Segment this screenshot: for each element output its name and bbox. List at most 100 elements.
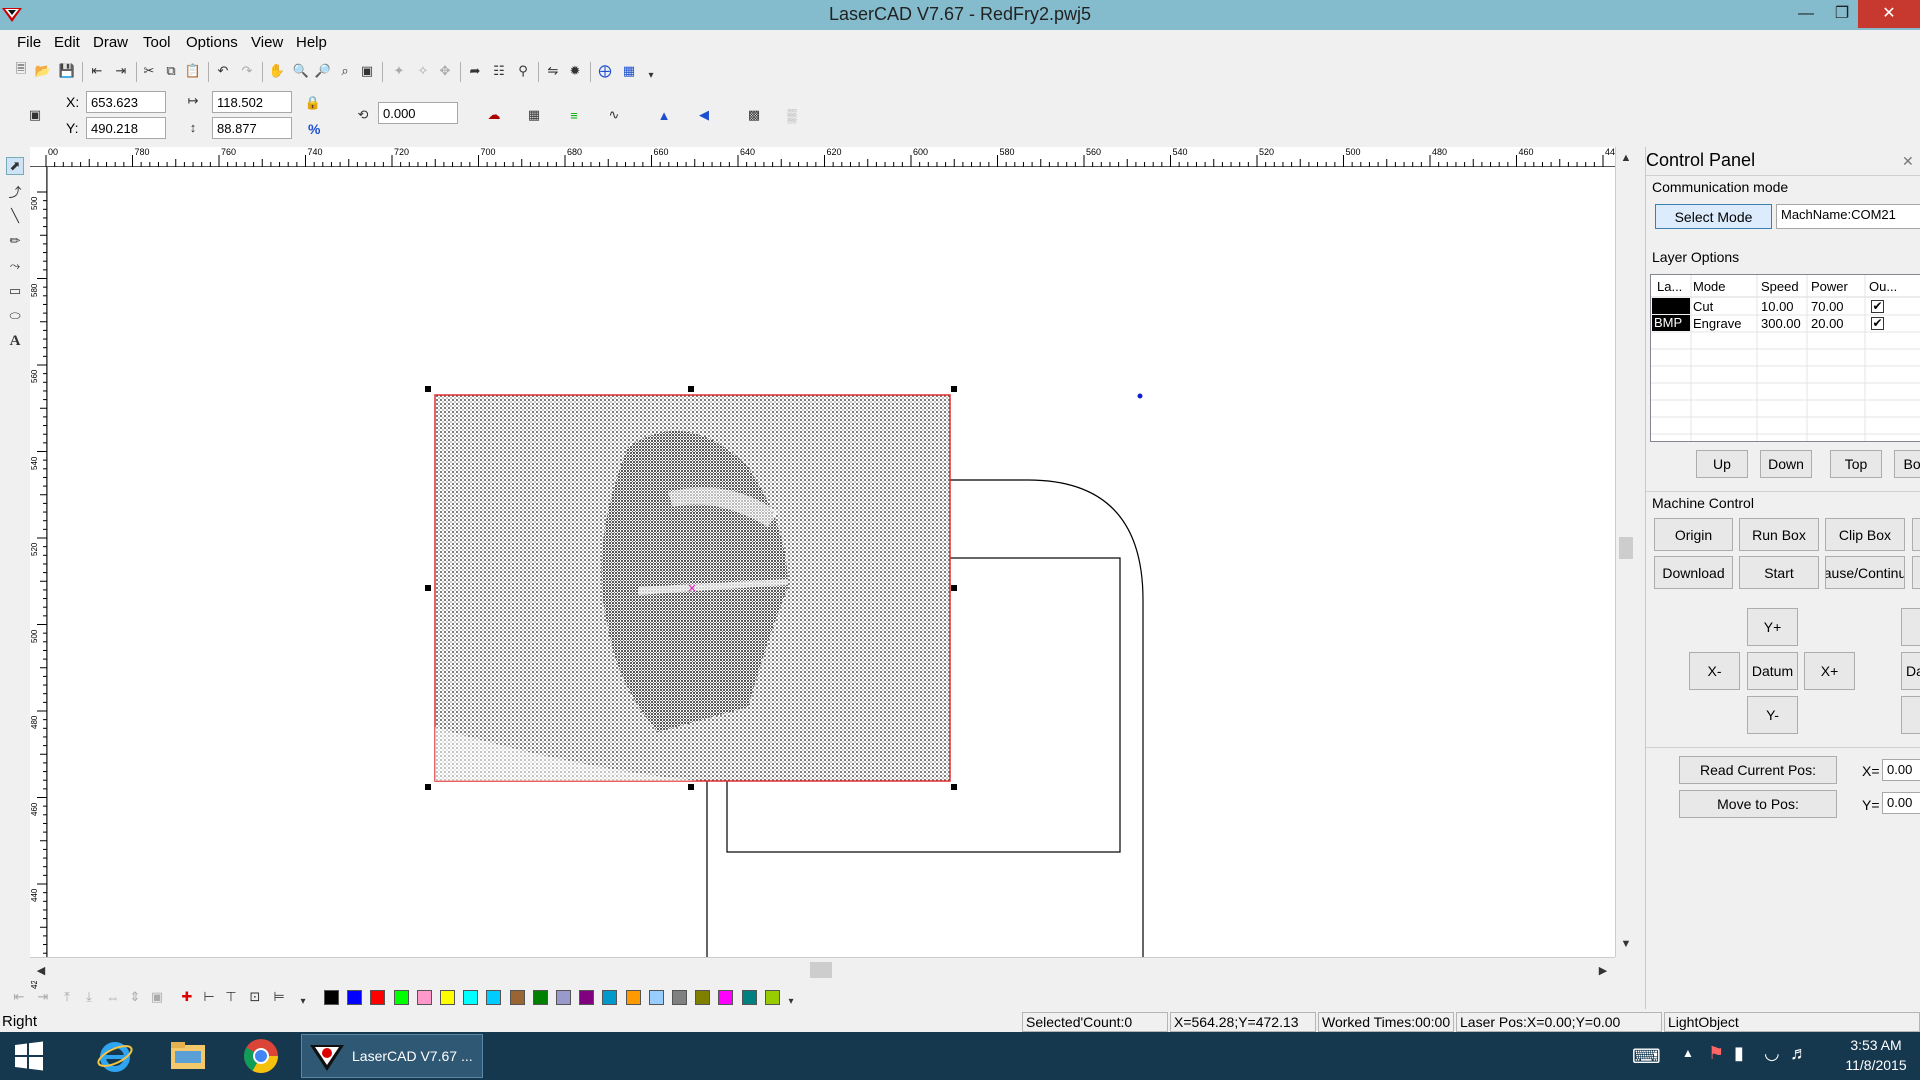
layer-column-header[interactable]: La... <box>1657 279 1682 294</box>
preview-icon[interactable]: ▦ <box>620 62 638 80</box>
clip-box-button[interactable]: Clip Box <box>1825 518 1905 551</box>
jog-partial-datum-button[interactable]: Da <box>1901 652 1920 690</box>
layer-down-button[interactable]: Down <box>1760 450 1812 478</box>
redo-icon[interactable]: ↷ <box>238 62 256 80</box>
color-swatch[interactable] <box>718 990 734 1005</box>
polyline-tool-icon[interactable]: ⤳ <box>6 257 24 275</box>
lock-icon[interactable]: 🔒 <box>304 94 322 112</box>
pos-y-field[interactable]: 0.00 <box>1882 792 1920 814</box>
datum-button[interactable]: Datum <box>1747 652 1798 690</box>
read-current-pos-button[interactable]: Read Current Pos: <box>1679 756 1837 784</box>
y-position-field[interactable]: 490.218 <box>86 117 166 139</box>
new-file-icon[interactable]: 🗏 <box>12 61 30 80</box>
zoom-all-icon[interactable]: ▣ <box>358 62 376 80</box>
close-button[interactable]: ✕ <box>1858 0 1920 28</box>
curve-smooth-icon[interactable]: ➦ <box>466 62 484 80</box>
color-swatch[interactable] <box>324 990 339 1005</box>
save-icon[interactable]: 💾 <box>58 62 76 80</box>
open-folder-icon[interactable]: 📂 <box>34 62 52 80</box>
extra-control-button-1[interactable] <box>1912 518 1920 551</box>
layer-mode-cell[interactable]: Engrave <box>1693 316 1741 331</box>
scroll-up-icon[interactable]: ▲ <box>1617 149 1635 167</box>
layer-column-header[interactable]: Power <box>1811 279 1848 294</box>
layer-column-header[interactable]: Mode <box>1693 279 1726 294</box>
select-arrow-icon[interactable]: ⬈ <box>6 157 24 175</box>
layer-power-cell[interactable]: 70.00 <box>1811 299 1844 314</box>
dither-icon[interactable]: ▒ <box>783 106 801 124</box>
pause-continue-button[interactable]: ause/Continu <box>1825 556 1905 589</box>
palette-overflow-icon[interactable]: ▾ <box>782 992 800 1010</box>
layer-output-checkbox[interactable]: ✔ <box>1871 317 1884 330</box>
layer-column-header[interactable]: Speed <box>1761 279 1799 294</box>
grid-array-icon[interactable]: ▦ <box>525 106 543 124</box>
align-bottom-icon[interactable]: ⤓ <box>80 988 98 1006</box>
move-to-origin-icon[interactable]: ✚ <box>178 988 196 1006</box>
taskbar-lasercad-item[interactable]: LaserCAD V7.67 ... <box>301 1034 483 1078</box>
node-join-icon[interactable]: ✧ <box>414 62 432 80</box>
toolbar-overflow-icon[interactable]: ▾ <box>642 66 660 84</box>
zoom-out-icon[interactable]: 🔎 <box>314 62 332 80</box>
pen-tool-icon[interactable]: ✏ <box>6 232 24 250</box>
layer-color-cell[interactable]: BMP <box>1652 315 1690 331</box>
color-swatch[interactable] <box>672 990 687 1005</box>
color-swatch[interactable] <box>764 990 780 1005</box>
height-field[interactable]: 88.877 <box>212 117 292 139</box>
jog-y-minus-button[interactable]: Y- <box>1747 696 1798 734</box>
tray-expand-icon[interactable]: ▲ <box>1682 1046 1694 1060</box>
jog-partial-button-top[interactable] <box>1901 608 1920 646</box>
color-swatch[interactable] <box>579 990 595 1005</box>
control-panel-close-icon[interactable]: ✕ <box>1902 153 1914 170</box>
action-center-icon[interactable]: ⚑ <box>1708 1043 1724 1064</box>
pan-hand-icon[interactable]: ✋ <box>268 62 286 80</box>
start-button[interactable]: Start <box>1739 556 1819 589</box>
color-swatch[interactable] <box>509 990 525 1005</box>
menu-view[interactable]: View <box>251 34 283 51</box>
layer-top-button[interactable]: Top <box>1830 450 1882 478</box>
paste-icon[interactable]: 📋 <box>184 62 202 80</box>
color-swatch[interactable] <box>532 990 548 1005</box>
layer-bottom-button[interactable]: Bot <box>1894 450 1920 478</box>
machine-name-field[interactable]: MachName:COM21 <box>1776 204 1920 229</box>
jog-partial-button-bottom[interactable] <box>1901 696 1920 734</box>
color-swatch[interactable] <box>648 990 664 1005</box>
layer-output-checkbox[interactable]: ✔ <box>1871 300 1884 313</box>
color-swatch[interactable] <box>393 990 409 1005</box>
layer-table[interactable]: La... Mode Speed Power Ou... Cut 10.00 70.00 ✔ BM… <box>1650 274 1920 442</box>
pos-x-field[interactable]: 0.00 <box>1882 759 1920 781</box>
color-swatch[interactable] <box>347 990 363 1005</box>
scroll-left-icon[interactable]: ◀ <box>32 961 50 979</box>
keyboard-icon[interactable]: ⌨ <box>1632 1044 1661 1069</box>
scroll-down-icon[interactable]: ▼ <box>1617 935 1635 953</box>
color-swatch[interactable] <box>463 990 479 1005</box>
undo-icon[interactable]: ↶ <box>214 62 232 80</box>
node-break-icon[interactable]: ✥ <box>436 62 454 80</box>
vertical-scroll-thumb[interactable] <box>1619 537 1633 559</box>
origin-button[interactable]: Origin <box>1654 518 1733 551</box>
export-icon[interactable]: ⇥ <box>112 62 130 80</box>
same-width-icon[interactable]: ⊢ <box>200 988 218 1006</box>
clock-date[interactable]: 11/8/2015 <box>1836 1057 1916 1073</box>
wave-shape-icon[interactable]: ∿ <box>605 106 623 124</box>
battery-icon[interactable]: ▮ <box>1734 1043 1744 1064</box>
color-swatch[interactable] <box>370 990 386 1005</box>
menu-draw[interactable]: Draw <box>93 34 128 51</box>
path-optimize-icon[interactable]: ⇋ <box>544 62 562 80</box>
file-explorer-icon[interactable] <box>161 1036 215 1076</box>
mirror-vertical-icon[interactable]: ◀ <box>695 106 713 124</box>
layer-speed-cell[interactable]: 10.00 <box>1761 299 1794 314</box>
select-mode-button[interactable]: Select Mode <box>1655 204 1772 229</box>
color-swatch[interactable] <box>486 990 502 1005</box>
menu-options[interactable]: Options <box>186 34 238 51</box>
same-height-icon[interactable]: ⊤ <box>222 988 240 1006</box>
rotate-angle-field[interactable]: 0.000 <box>378 102 458 124</box>
menu-tool[interactable]: Tool <box>143 34 171 51</box>
start-button[interactable] <box>2 1036 56 1076</box>
extra-control-button-2[interactable] <box>1912 556 1920 589</box>
move-to-pos-button[interactable]: Move to Pos: <box>1679 790 1837 818</box>
color-swatch[interactable] <box>416 990 432 1005</box>
same-size-icon[interactable]: ⊡ <box>246 988 264 1006</box>
horizontal-scrollbar[interactable]: ◀ ▶ <box>30 957 1615 981</box>
line-tool-icon[interactable]: ╲ <box>6 207 24 225</box>
percent-toggle[interactable]: % <box>308 121 320 137</box>
x-position-field[interactable]: 653.623 <box>86 91 166 113</box>
